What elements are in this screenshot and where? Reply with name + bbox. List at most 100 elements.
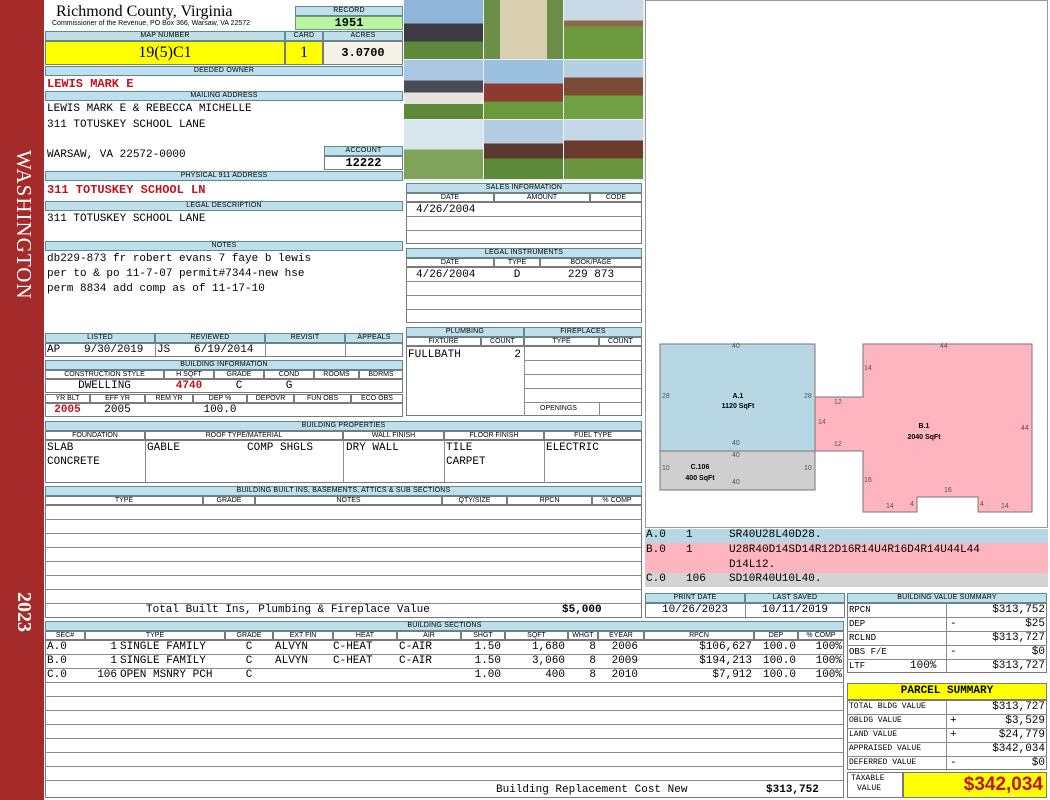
section-cell-eyear: 2009 bbox=[611, 655, 638, 667]
appeals-header: APPEALS bbox=[345, 333, 403, 343]
sketch-a-label: A.1 bbox=[732, 393, 744, 400]
rpcn-value: $313,752 bbox=[992, 604, 1045, 616]
section-cell-rpcn: $7,912 bbox=[712, 669, 752, 681]
dim-a-left: 28 bbox=[662, 393, 670, 400]
obs-label: OBS F/E bbox=[849, 647, 887, 657]
heated-sqft: 4740 bbox=[175, 380, 203, 392]
section-cell-whgt: 8 bbox=[589, 641, 596, 653]
notes-line-1: db229-873 fr robert evans 7 faye b lewis bbox=[47, 253, 312, 265]
section-cell-code: 1 bbox=[110, 655, 117, 667]
section-cell-dep: 100.0 bbox=[762, 655, 796, 667]
fire-col-type: TYPE bbox=[524, 337, 599, 346]
section-cell-grade: C bbox=[245, 641, 253, 653]
sales-header: SALES INFORMATION bbox=[406, 183, 642, 193]
floor-finish-1: TILE bbox=[446, 442, 473, 454]
parcel-summary-header: PARCEL SUMMARY bbox=[847, 683, 1047, 700]
section-cell-sec: C.0 bbox=[47, 669, 67, 681]
instr-col-book: BOOK/PAGE bbox=[540, 258, 642, 267]
col-bdrms: BDRMS bbox=[359, 370, 403, 379]
reviewed-header: REVIEWED bbox=[155, 333, 265, 343]
section-col-dep: DEP bbox=[754, 631, 798, 640]
section-cell-rpcn: $194,213 bbox=[699, 655, 752, 667]
sketch-code-a-text: SR40U28L40D28. bbox=[729, 529, 822, 541]
sketch-a-area: 1120 SqFt bbox=[721, 403, 755, 410]
dim-a-right: 28 bbox=[804, 393, 812, 400]
section-cell-sqft: 1,680 bbox=[531, 641, 565, 653]
section-cell-eyear: 2010 bbox=[611, 669, 638, 681]
section-cell-ext: ALVYN bbox=[275, 655, 309, 667]
acres-value: 3.0700 bbox=[323, 41, 403, 65]
fire-col-count: COUNT bbox=[599, 337, 642, 346]
col-rem-yr: REM YR bbox=[145, 394, 193, 403]
reviewed-by: JS bbox=[157, 344, 171, 356]
construction-style: DWELLING bbox=[78, 380, 131, 392]
land-value: $24,779 bbox=[998, 729, 1045, 741]
house-side-photo bbox=[404, 60, 483, 119]
brick-house-photo bbox=[484, 60, 563, 119]
sketch-code-b-sec: B.0 bbox=[646, 544, 666, 556]
sales-col-date: DATE bbox=[406, 193, 494, 202]
notes-line-2: per to & po 11-7-07 permit#7344-new hse bbox=[47, 268, 305, 280]
account-number: 12222 bbox=[324, 156, 403, 170]
prop-col-floor: FLOOR FINISH bbox=[444, 431, 544, 440]
sketch-code-b-text: U28R40D14SD14R12D16R14U4R16D4R14U44L44 bbox=[729, 544, 980, 556]
deeded-owner: LEWIS MARK E bbox=[47, 77, 134, 91]
district-sidebar: WASHINGTON 2023 bbox=[0, 0, 44, 800]
playset-photo bbox=[564, 60, 643, 119]
mailing-line-1: LEWIS MARK E & REBECCA MICHELLE bbox=[47, 103, 252, 115]
section-cell-dep: 100.0 bbox=[762, 669, 796, 681]
section-cell-code: 106 bbox=[97, 669, 117, 681]
col-yr-blt: YR BLT bbox=[45, 394, 90, 403]
section-col-whgt: WHGT bbox=[568, 631, 598, 640]
sketch-code-b-text2: D14L12. bbox=[729, 559, 776, 571]
instruments-header: LEGAL INSTRUMENTS bbox=[406, 248, 642, 258]
replacement-cost-value: $313,752 bbox=[766, 784, 819, 796]
total-bldg-value: $313,727 bbox=[992, 701, 1045, 713]
physical-address: 311 TOTUSKEY SCHOOL LN bbox=[47, 183, 206, 197]
section-cell-sec: B.0 bbox=[47, 655, 67, 667]
prop-col-fuel: FUEL TYPE bbox=[544, 431, 642, 440]
sketch-code-c-code: 106 bbox=[686, 573, 706, 585]
section-cell-type: SINGLE FAMILY bbox=[120, 655, 206, 667]
dim-a-top: 40 bbox=[732, 343, 740, 350]
section-cell-heat: C-HEAT bbox=[333, 641, 373, 653]
dim-c-bottom: 40 bbox=[732, 479, 740, 486]
listed-date: 9/30/2019 bbox=[84, 344, 144, 356]
dep-label: DEP bbox=[849, 619, 866, 629]
pergola-photo bbox=[564, 0, 643, 59]
physical-address-header: PHYSICAL 911 ADDRESS bbox=[45, 171, 403, 181]
prop-col-wall: WALL FINISH bbox=[343, 431, 444, 440]
bi-col-rpcn: RPCN bbox=[507, 496, 592, 505]
section-cell-rpcn: $106,627 bbox=[699, 641, 752, 653]
value-summary-header: BUILDING VALUE SUMMARY bbox=[847, 593, 1047, 603]
sketch-c-label: C.106 bbox=[690, 464, 710, 471]
notes-line-3: perm 8834 add comp as of 11-17-10 bbox=[47, 283, 265, 295]
section-cell-sqft: 3,060 bbox=[531, 655, 565, 667]
col-rooms: ROOMS bbox=[314, 370, 359, 379]
dim-c-left: 10 bbox=[662, 465, 670, 472]
sales-col-amount: AMOUNT bbox=[494, 193, 590, 202]
section-cell-type: OPEN MSNRY PCH bbox=[120, 669, 213, 681]
taxable-value: $342,034 bbox=[903, 772, 1047, 798]
instr-col-date: DATE bbox=[406, 258, 494, 267]
owner-header: DEEDED OWNER bbox=[45, 66, 403, 76]
map-number-header: MAP NUMBER bbox=[45, 31, 285, 41]
section-col-sqft: SQFT bbox=[505, 631, 568, 640]
dim-b-step-bottom: 12 bbox=[834, 441, 842, 448]
sketch-code-a-code: 1 bbox=[686, 529, 693, 541]
section-cell-shgt: 1.50 bbox=[474, 655, 501, 667]
mailbox-photo bbox=[404, 120, 483, 179]
building-info-header: BUILDING INFORMATION bbox=[45, 360, 403, 370]
section-col-ext-fin: EXT FIN bbox=[273, 631, 333, 640]
sketch-code-b-code: 1 bbox=[686, 544, 693, 556]
account-header: ACCOUNT bbox=[324, 146, 403, 156]
year-built: 2005 bbox=[54, 404, 81, 416]
plumbing-count: 2 bbox=[514, 349, 521, 361]
foundation-1: SLAB bbox=[47, 442, 74, 454]
obldg-label: OBLDG VALUE bbox=[849, 716, 902, 725]
section-cell-heat: C-HEAT bbox=[333, 655, 373, 667]
sketch-area: A.1 1120 SqFt B.1 2040 SqFt C.106 400 Sq… bbox=[645, 0, 1048, 528]
office-address: Commissioner of the Revenue, PO Box 366,… bbox=[52, 20, 251, 27]
sketch-b-label: B.1 bbox=[918, 423, 930, 430]
prop-col-foundation: FOUNDATION bbox=[45, 431, 145, 440]
